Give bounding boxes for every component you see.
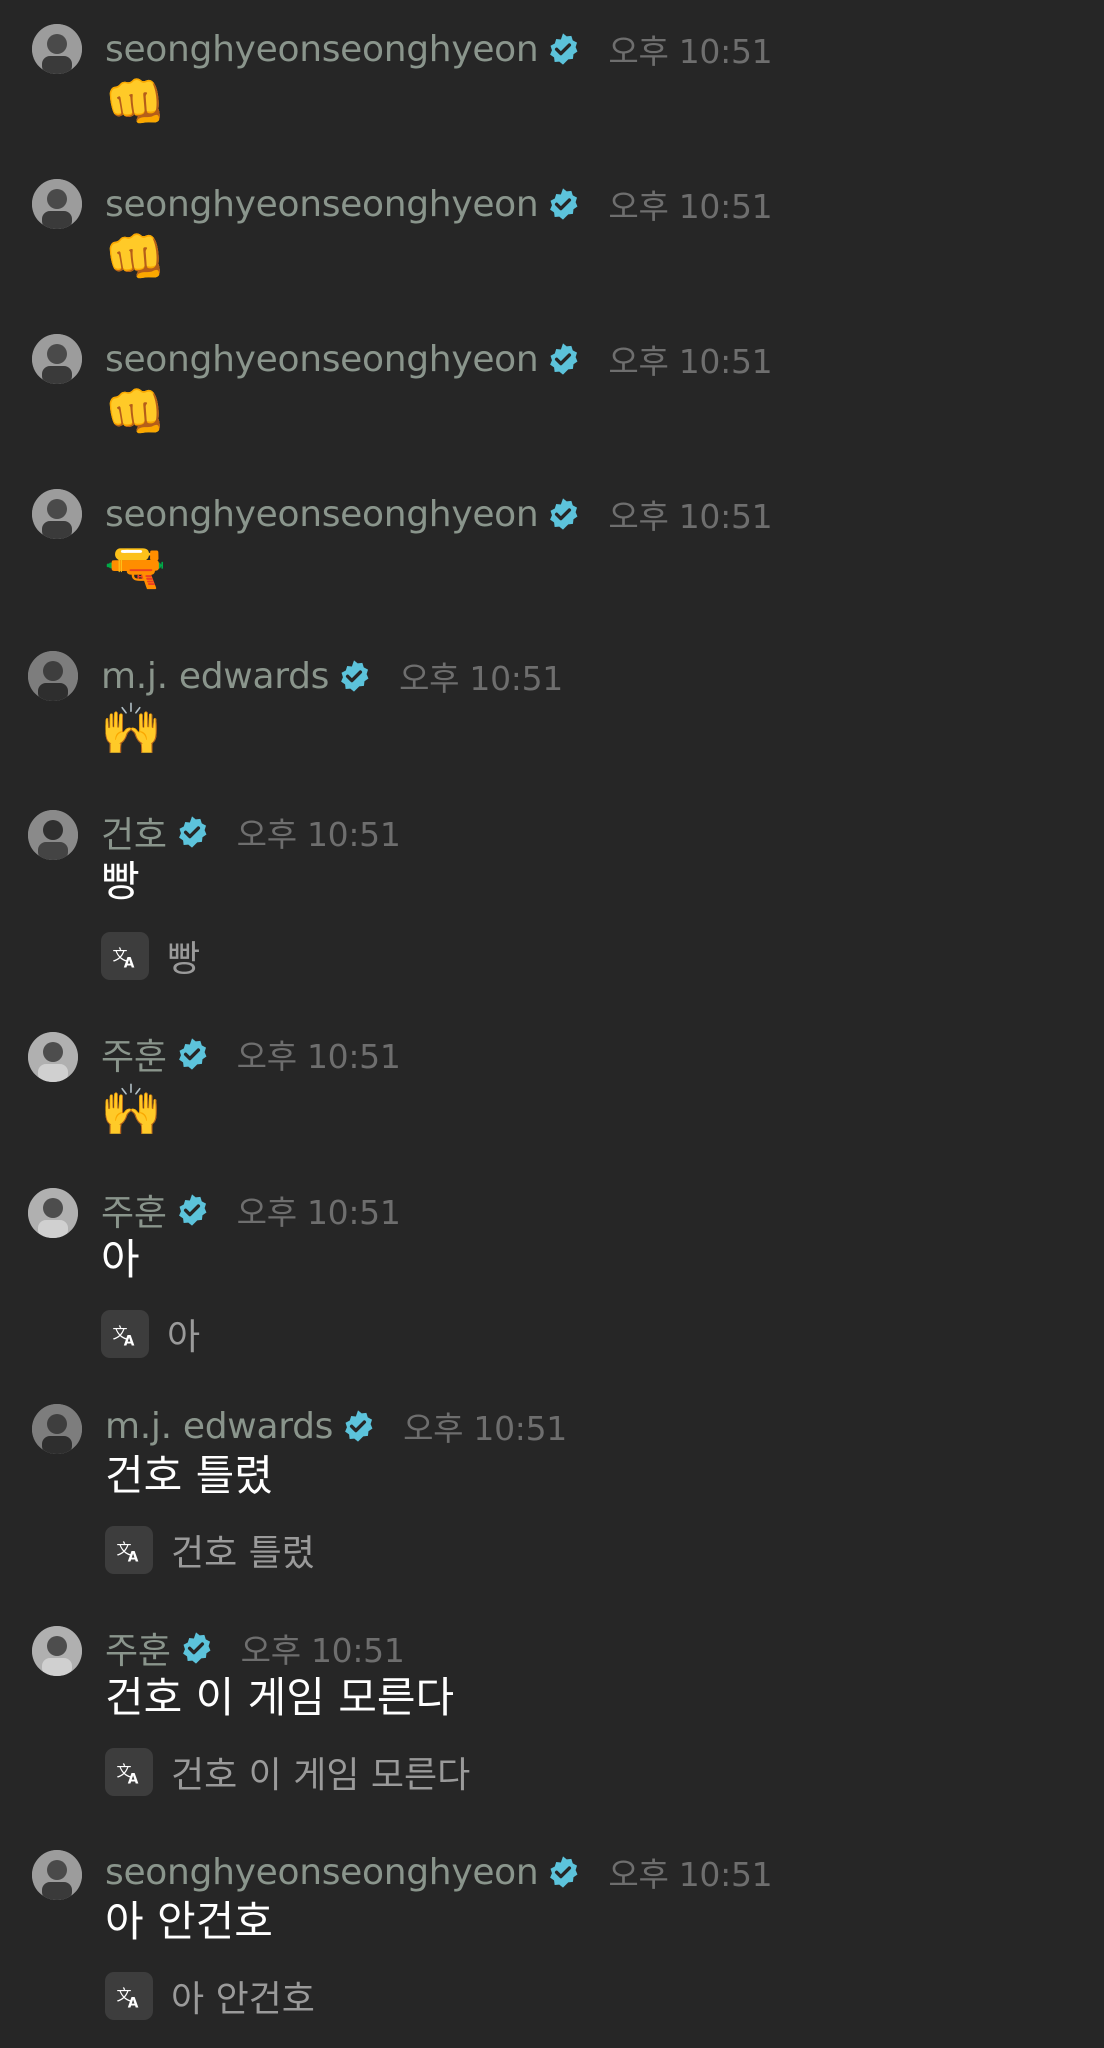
translation-text: 건호 이 게임 모른다 bbox=[171, 1755, 471, 1796]
message-emoji: 🙌 bbox=[100, 1081, 163, 1139]
user-avatar[interactable] bbox=[32, 334, 82, 384]
svg-text:A: A bbox=[128, 1995, 139, 2011]
user-avatar[interactable] bbox=[28, 1188, 78, 1238]
username[interactable]: 건호 bbox=[101, 806, 167, 858]
username[interactable]: seonghyeonseonghyeon bbox=[105, 494, 539, 535]
username[interactable]: 주훈 bbox=[101, 1184, 167, 1236]
translation-text: 건호 틀렸 bbox=[171, 1533, 315, 1574]
username[interactable]: seonghyeonseonghyeon bbox=[105, 339, 539, 380]
user-avatar[interactable] bbox=[32, 1626, 82, 1676]
message-emoji: 👊 bbox=[104, 383, 167, 441]
message-emoji: 🙌 bbox=[100, 700, 163, 758]
verified-badge-icon bbox=[178, 1194, 207, 1226]
user-avatar[interactable] bbox=[28, 1032, 78, 1082]
svg-text:A: A bbox=[124, 1333, 135, 1349]
translate-icon[interactable]: 文A bbox=[105, 1526, 153, 1574]
message-text: 아 안건호 bbox=[105, 1897, 273, 1946]
svg-text:A: A bbox=[124, 955, 135, 971]
translate-icon[interactable]: 文A bbox=[105, 1972, 153, 2020]
verified-badge-icon bbox=[345, 1410, 373, 1442]
verified-badge-icon bbox=[550, 33, 578, 65]
timestamp: 오후 10:51 bbox=[399, 659, 564, 698]
timestamp: 오후 10:51 bbox=[403, 1409, 568, 1448]
username[interactable]: m.j. edwards bbox=[101, 656, 329, 697]
message-text: 건호 틀렸 bbox=[105, 1451, 273, 1500]
translation-text: 빵 bbox=[167, 939, 201, 980]
message-text: 빵 bbox=[101, 857, 140, 906]
verified-badge-icon bbox=[550, 1856, 578, 1888]
username[interactable]: 주훈 bbox=[101, 1028, 167, 1080]
verified-badge-icon bbox=[178, 816, 207, 848]
message-emoji: 🔫 bbox=[104, 538, 167, 596]
timestamp: 오후 10:51 bbox=[236, 1193, 401, 1232]
username[interactable]: seonghyeonseonghyeon bbox=[105, 29, 539, 70]
username[interactable]: m.j. edwards bbox=[105, 1406, 333, 1447]
timestamp: 오후 10:51 bbox=[236, 815, 401, 854]
verified-badge-icon bbox=[178, 1038, 207, 1070]
translate-icon[interactable]: 文A bbox=[101, 932, 149, 980]
timestamp: 오후 10:51 bbox=[608, 187, 773, 226]
verified-badge-icon bbox=[550, 188, 578, 220]
user-avatar[interactable] bbox=[28, 651, 78, 701]
verified-badge-icon bbox=[341, 660, 369, 692]
user-avatar[interactable] bbox=[32, 24, 82, 74]
svg-text:A: A bbox=[128, 1549, 139, 1565]
timestamp: 오후 10:51 bbox=[608, 497, 773, 536]
translate-icon[interactable]: 文A bbox=[101, 1310, 149, 1358]
svg-text:A: A bbox=[128, 1771, 139, 1787]
user-avatar[interactable] bbox=[28, 810, 78, 860]
user-avatar[interactable] bbox=[32, 179, 82, 229]
user-avatar[interactable] bbox=[32, 1850, 82, 1900]
username[interactable]: seonghyeonseonghyeon bbox=[105, 184, 539, 225]
timestamp: 오후 10:51 bbox=[240, 1631, 405, 1670]
message-emoji: 👊 bbox=[104, 228, 167, 286]
username[interactable]: seonghyeonseonghyeon bbox=[105, 1852, 539, 1893]
user-avatar[interactable] bbox=[32, 1404, 82, 1454]
translation-text: 아 안건호 bbox=[171, 1979, 315, 2020]
message-text: 아 bbox=[101, 1235, 140, 1284]
translate-icon[interactable]: 文A bbox=[105, 1748, 153, 1796]
timestamp: 오후 10:51 bbox=[608, 32, 773, 71]
user-avatar[interactable] bbox=[32, 489, 82, 539]
verified-badge-icon bbox=[182, 1632, 211, 1664]
timestamp: 오후 10:51 bbox=[608, 1855, 773, 1894]
verified-badge-icon bbox=[550, 343, 578, 375]
timestamp: 오후 10:51 bbox=[236, 1037, 401, 1076]
timestamp: 오후 10:51 bbox=[608, 342, 773, 381]
translation-text: 아 bbox=[167, 1317, 201, 1358]
message-emoji: 👊 bbox=[104, 73, 167, 131]
username[interactable]: 주훈 bbox=[105, 1622, 171, 1674]
verified-badge-icon bbox=[550, 498, 578, 530]
message-text: 건호 이 게임 모른다 bbox=[105, 1673, 455, 1722]
